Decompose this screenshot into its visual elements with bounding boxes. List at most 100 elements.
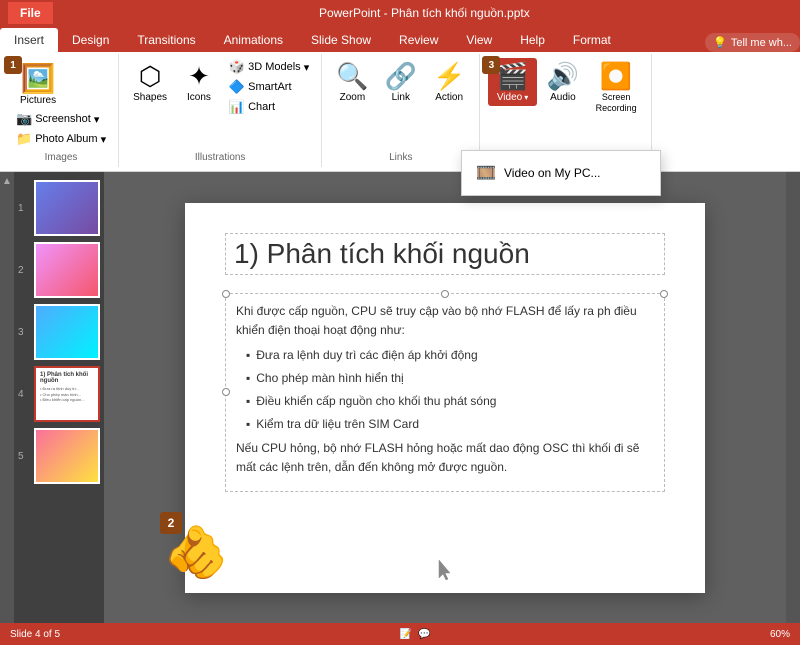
slide-title[interactable]: 1) Phân tích khối nguồn bbox=[225, 233, 665, 275]
album-arrow: ▾ bbox=[101, 133, 107, 146]
ribbon: 1 🖼️ Pictures 📷 Screenshot ▾ 📁 Photo Alb… bbox=[0, 52, 800, 172]
handle-ml[interactable] bbox=[222, 388, 230, 396]
tab-design[interactable]: Design bbox=[58, 28, 123, 52]
video-on-pc-item[interactable]: 🎞️ Video on My PC... bbox=[462, 155, 660, 191]
3d-models-icon: 🎲 bbox=[229, 59, 245, 75]
tab-format[interactable]: Format bbox=[559, 28, 625, 52]
screen-recording-label: Screen Recording bbox=[593, 92, 639, 114]
slide-thumbnail-5[interactable] bbox=[34, 428, 100, 484]
slide-thumbnail-1[interactable] bbox=[34, 180, 100, 236]
slide-thumbnail-4[interactable]: 1) Phân tích khối nguồn • Đưa ra lệnh du… bbox=[34, 366, 100, 422]
zoom-icon: 🔍 bbox=[336, 61, 368, 92]
illustrations-label: Illustrations bbox=[195, 148, 246, 163]
zoom-button[interactable]: 🔍 Zoom bbox=[330, 58, 374, 106]
tab-slideshow[interactable]: Slide Show bbox=[297, 28, 385, 52]
tab-transitions[interactable]: Transitions bbox=[123, 28, 209, 52]
slide-thumb-item-1[interactable]: 1 bbox=[18, 180, 100, 236]
shapes-button[interactable]: ⬡ Shapes bbox=[127, 58, 173, 106]
screen-recording-button[interactable]: ⏺️ Screen Recording bbox=[589, 58, 643, 117]
shapes-label: Shapes bbox=[133, 92, 167, 103]
screen-recording-icon: ⏺️ bbox=[600, 61, 632, 92]
icons-button[interactable]: ✦ Icons bbox=[181, 58, 217, 106]
status-bar: Slide 4 of 5 📝 💬 60% bbox=[0, 623, 800, 645]
slide-panel-scroll[interactable]: ▲ bbox=[0, 172, 14, 623]
tab-view[interactable]: View bbox=[452, 28, 506, 52]
photo-album-button[interactable]: 📁 Photo Album ▾ bbox=[12, 130, 110, 148]
audio-button[interactable]: 🔊 Audio bbox=[541, 58, 585, 106]
zoom-level: 60% bbox=[770, 629, 790, 640]
video-pc-icon: 🎞️ bbox=[476, 163, 496, 183]
tab-review[interactable]: Review bbox=[385, 28, 452, 52]
slide-panel: 1 2 3 4 1) Phân tích khối nguồn • bbox=[14, 172, 104, 623]
album-icon: 📁 bbox=[16, 131, 32, 147]
link-label: Link bbox=[392, 92, 410, 103]
smartart-label: SmartArt bbox=[248, 81, 291, 93]
media-group: 3 🎬 Video ▾ 🔊 Audio ⏺️ Screen Recording … bbox=[480, 54, 652, 167]
audio-label: Audio bbox=[550, 92, 576, 103]
shapes-icon: ⬡ bbox=[139, 61, 162, 92]
album-label: Photo Album bbox=[35, 133, 97, 145]
main-area: ▲ 1 2 3 4 1) Phân tích khối nguồn bbox=[0, 172, 800, 623]
bullet-1: Đưa ra lệnh duy trì các điện áp khởi độn… bbox=[246, 346, 654, 365]
top-bar: File PowerPoint - Phân tích khối nguồn.p… bbox=[0, 0, 800, 26]
slide-thumb-item-5[interactable]: 5 bbox=[18, 428, 100, 484]
3d-models-button[interactable]: 🎲 3D Models ▾ bbox=[225, 58, 313, 76]
badge-1: 1 bbox=[4, 56, 26, 74]
handle-tr[interactable] bbox=[660, 290, 668, 298]
tab-insert[interactable]: Insert bbox=[0, 28, 58, 52]
icons-icon: ✦ bbox=[188, 61, 210, 92]
tab-bar: Insert Design Transitions Animations Sli… bbox=[0, 26, 800, 52]
tell-me-label: Tell me wh... bbox=[731, 37, 792, 49]
action-icon: ⚡ bbox=[433, 61, 465, 92]
bullet-2: Cho phép màn hình hiển thị bbox=[246, 369, 654, 388]
chart-label: Chart bbox=[248, 101, 275, 113]
slide-last-para: Nếu CPU hỏng, bộ nhớ FLASH hỏng hoặc mất… bbox=[236, 439, 654, 477]
slide-thumb-item-3[interactable]: 3 bbox=[18, 304, 100, 360]
chart-icon: 📊 bbox=[229, 99, 245, 115]
slide-view: 1) Phân tích khối nguồn Khi được cấp ngu… bbox=[104, 172, 786, 623]
slide-count: Slide 4 of 5 bbox=[10, 629, 60, 640]
slide-thumb-item-4[interactable]: 4 1) Phân tích khối nguồn • Đưa ra lệnh … bbox=[18, 366, 100, 422]
slide-bullet-list: Đưa ra lệnh duy trì các điện áp khởi độn… bbox=[236, 346, 654, 435]
video-pc-label: Video on My PC... bbox=[504, 166, 601, 180]
illustrations-group: ⬡ Shapes ✦ Icons 🎲 3D Models ▾ 🔷 SmartAr… bbox=[119, 54, 322, 167]
slide-thumbnail-3[interactable] bbox=[34, 304, 100, 360]
comments-icon[interactable]: 💬 bbox=[418, 629, 430, 640]
tab-animations[interactable]: Animations bbox=[210, 28, 297, 52]
scroll-up-arrow[interactable]: ▲ bbox=[2, 176, 12, 187]
chart-button[interactable]: 📊 Chart bbox=[225, 98, 313, 116]
file-tab[interactable]: File bbox=[8, 2, 53, 24]
badge-2: 2 bbox=[160, 512, 182, 534]
action-button[interactable]: ⚡ Action bbox=[427, 58, 471, 106]
tab-help[interactable]: Help bbox=[506, 28, 559, 52]
mouse-cursor bbox=[437, 558, 453, 585]
icons-label: Icons bbox=[187, 92, 211, 103]
smartart-button[interactable]: 🔷 SmartArt bbox=[225, 78, 313, 96]
handle-tl[interactable] bbox=[222, 290, 230, 298]
slide-thumbnail-2[interactable] bbox=[34, 242, 100, 298]
handle-tm[interactable] bbox=[441, 290, 449, 298]
slide-canvas: 1) Phân tích khối nguồn Khi được cấp ngu… bbox=[185, 203, 705, 593]
bullet-4: Kiểm tra dữ liệu trên SIM Card bbox=[246, 415, 654, 434]
zoom-label: Zoom bbox=[340, 92, 366, 103]
screenshot-label: Screenshot bbox=[35, 113, 91, 125]
pictures-label: Pictures bbox=[20, 95, 56, 106]
tell-me-bar[interactable]: 💡 Tell me wh... bbox=[705, 33, 800, 52]
slide-content-box[interactable]: Khi được cấp nguồn, CPU sẽ truy cập vào … bbox=[225, 293, 665, 493]
link-button[interactable]: 🔗 Link bbox=[379, 58, 423, 106]
video-dropdown: 🎞️ Video on My PC... bbox=[461, 150, 661, 196]
right-scrollbar[interactable] bbox=[786, 172, 800, 623]
slide-thumb-item-2[interactable]: 2 bbox=[18, 242, 100, 298]
links-group: 🔍 Zoom 🔗 Link ⚡ Action Links bbox=[322, 54, 480, 167]
link-icon: 🔗 bbox=[385, 61, 417, 92]
smartart-icon: 🔷 bbox=[229, 79, 245, 95]
notes-icon[interactable]: 📝 bbox=[400, 629, 412, 640]
screenshot-button[interactable]: 📷 Screenshot ▾ bbox=[12, 110, 103, 128]
images-label: Images bbox=[45, 148, 78, 163]
video-label: Video bbox=[497, 92, 522, 103]
badge-3: 3 bbox=[482, 56, 504, 74]
slide-intro: Khi được cấp nguồn, CPU sẽ truy cập vào … bbox=[236, 302, 654, 340]
screenshot-arrow: ▾ bbox=[94, 113, 100, 126]
screenshot-icon: 📷 bbox=[16, 111, 32, 127]
audio-icon: 🔊 bbox=[547, 61, 579, 92]
